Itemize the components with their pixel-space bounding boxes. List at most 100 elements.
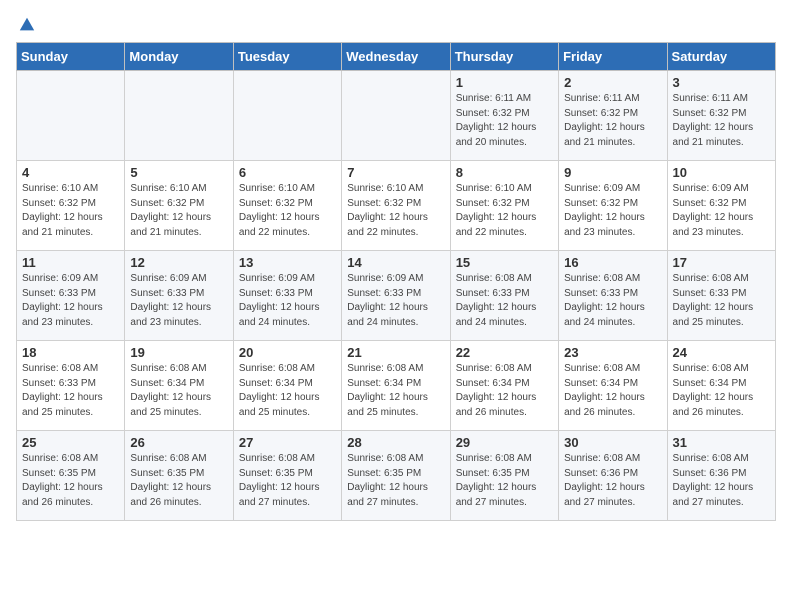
weekday-header-sunday: Sunday (17, 43, 125, 71)
calendar-cell: 23 Sunrise: 6:08 AM Sunset: 6:34 PM Dayli… (559, 341, 667, 431)
day-info: Sunrise: 6:08 AM Sunset: 6:33 PM Dayligh… (564, 272, 661, 330)
calendar-cell: 28 Sunrise: 6:08 AM Sunset: 6:35 PM Dayli… (342, 431, 450, 521)
calendar-cell: 25 Sunrise: 6:08 AM Sunset: 6:35 PM Dayli… (17, 431, 125, 521)
logo-icon (18, 16, 36, 34)
calendar-cell: 17 Sunrise: 6:08 AM Sunset: 6:33 PM Dayli… (667, 251, 775, 341)
day-info: Sunrise: 6:08 AM Sunset: 6:34 PM Dayligh… (564, 362, 661, 420)
calendar-cell: 12 Sunrise: 6:09 AM Sunset: 6:33 PM Dayli… (125, 251, 233, 341)
calendar-cell: 15Sunrise: 6:08 AM Sunset: 6:33 PM Dayli… (450, 251, 558, 341)
day-info: Sunrise: 6:08 AM Sunset: 6:36 PM Dayligh… (564, 452, 661, 510)
weekday-header-monday: Monday (125, 43, 233, 71)
day-number: 29 (456, 435, 553, 450)
day-number: 14 (347, 255, 444, 270)
calendar-cell: 1 Sunrise: 6:11 AM Sunset: 6:32 PM Daylig… (450, 71, 558, 161)
day-number: 9 (564, 165, 661, 180)
calendar-table: SundayMondayTuesdayWednesdayThursdayFrid… (16, 42, 776, 521)
logo (16, 16, 36, 32)
day-info: Sunrise: 6:09 AM Sunset: 6:33 PM Dayligh… (347, 272, 444, 330)
calendar-cell: 5Sunrise: 6:10 AM Sunset: 6:32 PM Daylig… (125, 161, 233, 251)
day-info: Sunrise: 6:10 AM Sunset: 6:32 PM Dayligh… (456, 182, 553, 240)
day-number: 28 (347, 435, 444, 450)
day-info: Sunrise: 6:10 AM Sunset: 6:32 PM Dayligh… (347, 182, 444, 240)
calendar-cell: 6 Sunrise: 6:10 AM Sunset: 6:32 PM Daylig… (233, 161, 341, 251)
calendar-cell: 30 Sunrise: 6:08 AM Sunset: 6:36 PM Dayli… (559, 431, 667, 521)
day-number: 6 (239, 165, 336, 180)
day-info: Sunrise: 6:09 AM Sunset: 6:33 PM Dayligh… (239, 272, 336, 330)
day-number: 18 (22, 345, 119, 360)
calendar-cell: 9 Sunrise: 6:09 AM Sunset: 6:32 PM Daylig… (559, 161, 667, 251)
calendar-cell: 20 Sunrise: 6:08 AM Sunset: 6:34 PM Dayli… (233, 341, 341, 431)
weekday-header-friday: Friday (559, 43, 667, 71)
calendar-cell: 24 Sunrise: 6:08 AM Sunset: 6:34 PM Dayli… (667, 341, 775, 431)
calendar-cell: 21 Sunrise: 6:08 AM Sunset: 6:34 PM Dayli… (342, 341, 450, 431)
calendar-cell: 8 Sunrise: 6:10 AM Sunset: 6:32 PM Daylig… (450, 161, 558, 251)
day-number: 5 (130, 165, 227, 180)
day-number: 19 (130, 345, 227, 360)
day-number: 12 (130, 255, 227, 270)
day-info: Sunrise: 6:08 AM Sunset: 6:34 PM Dayligh… (239, 362, 336, 420)
calendar-cell: 13 Sunrise: 6:09 AM Sunset: 6:33 PM Dayli… (233, 251, 341, 341)
day-info: Sunrise: 6:11 AM Sunset: 6:32 PM Dayligh… (456, 92, 553, 150)
day-info: Sunrise: 6:09 AM Sunset: 6:32 PM Dayligh… (673, 182, 770, 240)
weekday-header-tuesday: Tuesday (233, 43, 341, 71)
calendar-cell (342, 71, 450, 161)
calendar-cell: 31Sunrise: 6:08 AM Sunset: 6:36 PM Dayli… (667, 431, 775, 521)
calendar-cell: 14 Sunrise: 6:09 AM Sunset: 6:33 PM Dayli… (342, 251, 450, 341)
day-number: 22 (456, 345, 553, 360)
day-info: Sunrise: 6:08 AM Sunset: 6:33 PM Dayligh… (673, 272, 770, 330)
calendar-cell: 7 Sunrise: 6:10 AM Sunset: 6:32 PM Daylig… (342, 161, 450, 251)
weekday-header-thursday: Thursday (450, 43, 558, 71)
day-number: 25 (22, 435, 119, 450)
day-number: 4 (22, 165, 119, 180)
day-info: Sunrise: 6:09 AM Sunset: 6:33 PM Dayligh… (22, 272, 119, 330)
calendar-cell: 16 Sunrise: 6:08 AM Sunset: 6:33 PM Dayli… (559, 251, 667, 341)
calendar-cell: 26 Sunrise: 6:08 AM Sunset: 6:35 PM Dayli… (125, 431, 233, 521)
day-number: 26 (130, 435, 227, 450)
calendar-cell: 18Sunrise: 6:08 AM Sunset: 6:33 PM Dayli… (17, 341, 125, 431)
day-info: Sunrise: 6:11 AM Sunset: 6:32 PM Dayligh… (564, 92, 661, 150)
day-number: 10 (673, 165, 770, 180)
day-info: Sunrise: 6:08 AM Sunset: 6:34 PM Dayligh… (347, 362, 444, 420)
day-number: 3 (673, 75, 770, 90)
day-number: 15 (456, 255, 553, 270)
day-number: 1 (456, 75, 553, 90)
day-number: 23 (564, 345, 661, 360)
calendar-cell: 27 Sunrise: 6:08 AM Sunset: 6:35 PM Dayli… (233, 431, 341, 521)
day-number: 24 (673, 345, 770, 360)
day-info: Sunrise: 6:08 AM Sunset: 6:34 PM Dayligh… (673, 362, 770, 420)
day-info: Sunrise: 6:10 AM Sunset: 6:32 PM Dayligh… (22, 182, 119, 240)
day-number: 13 (239, 255, 336, 270)
day-number: 7 (347, 165, 444, 180)
day-number: 16 (564, 255, 661, 270)
day-number: 20 (239, 345, 336, 360)
day-info: Sunrise: 6:08 AM Sunset: 6:35 PM Dayligh… (456, 452, 553, 510)
calendar-cell: 22 Sunrise: 6:08 AM Sunset: 6:34 PM Dayli… (450, 341, 558, 431)
day-info: Sunrise: 6:08 AM Sunset: 6:34 PM Dayligh… (130, 362, 227, 420)
day-info: Sunrise: 6:09 AM Sunset: 6:32 PM Dayligh… (564, 182, 661, 240)
day-number: 11 (22, 255, 119, 270)
calendar-cell (233, 71, 341, 161)
day-info: Sunrise: 6:10 AM Sunset: 6:32 PM Dayligh… (239, 182, 336, 240)
day-info: Sunrise: 6:08 AM Sunset: 6:35 PM Dayligh… (347, 452, 444, 510)
calendar-cell: 3Sunrise: 6:11 AM Sunset: 6:32 PM Daylig… (667, 71, 775, 161)
day-number: 27 (239, 435, 336, 450)
day-info: Sunrise: 6:09 AM Sunset: 6:33 PM Dayligh… (130, 272, 227, 330)
calendar-cell: 2 Sunrise: 6:11 AM Sunset: 6:32 PM Daylig… (559, 71, 667, 161)
calendar-cell: 10 Sunrise: 6:09 AM Sunset: 6:32 PM Dayli… (667, 161, 775, 251)
day-number: 30 (564, 435, 661, 450)
weekday-header-saturday: Saturday (667, 43, 775, 71)
day-number: 2 (564, 75, 661, 90)
day-number: 31 (673, 435, 770, 450)
day-number: 17 (673, 255, 770, 270)
day-info: Sunrise: 6:08 AM Sunset: 6:35 PM Dayligh… (130, 452, 227, 510)
day-info: Sunrise: 6:08 AM Sunset: 6:35 PM Dayligh… (239, 452, 336, 510)
calendar-cell: 11 Sunrise: 6:09 AM Sunset: 6:33 PM Dayli… (17, 251, 125, 341)
weekday-header-wednesday: Wednesday (342, 43, 450, 71)
day-info: Sunrise: 6:08 AM Sunset: 6:35 PM Dayligh… (22, 452, 119, 510)
calendar-cell: 19 Sunrise: 6:08 AM Sunset: 6:34 PM Dayli… (125, 341, 233, 431)
calendar-cell: 4 Sunrise: 6:10 AM Sunset: 6:32 PM Daylig… (17, 161, 125, 251)
day-info: Sunrise: 6:08 AM Sunset: 6:34 PM Dayligh… (456, 362, 553, 420)
day-number: 8 (456, 165, 553, 180)
calendar-cell (125, 71, 233, 161)
day-number: 21 (347, 345, 444, 360)
